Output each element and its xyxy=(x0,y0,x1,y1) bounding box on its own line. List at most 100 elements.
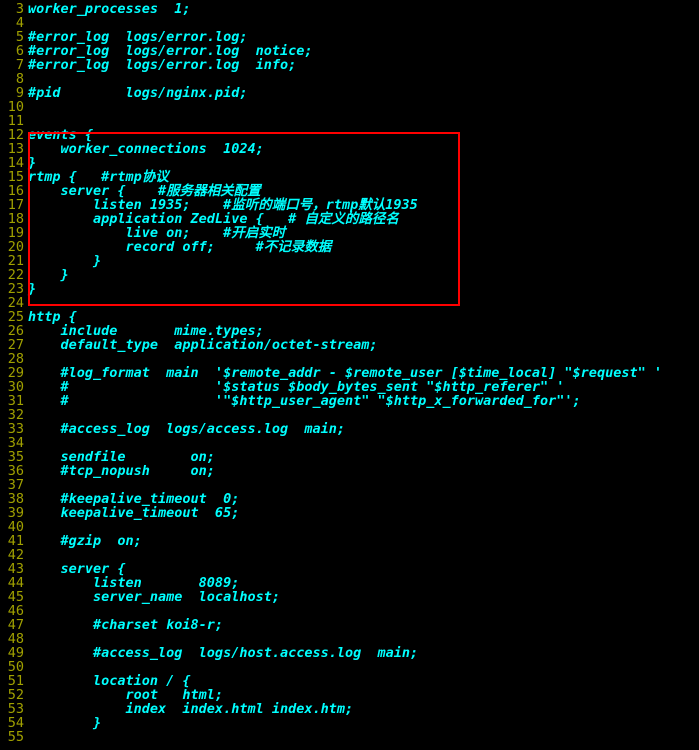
code-line[interactable]: 34 xyxy=(0,436,699,450)
code-editor[interactable]: 3worker_processes 1;45#error_log logs/er… xyxy=(0,0,699,744)
code-line[interactable]: 36 #tcp_nopush on; xyxy=(0,464,699,478)
code-line[interactable]: 28 xyxy=(0,352,699,366)
code-line[interactable]: 20 record off; #不记录数据 xyxy=(0,240,699,254)
code-line[interactable]: 26 include mime.types; xyxy=(0,324,699,338)
code-line[interactable]: 39 keepalive_timeout 65; xyxy=(0,506,699,520)
code-text[interactable]: worker_processes 1; xyxy=(28,2,191,16)
line-number: 6 xyxy=(0,44,28,58)
code-line[interactable]: 32 xyxy=(0,408,699,422)
code-text[interactable]: listen 1935; #监听的端口号，rtmp默认1935 xyxy=(28,198,418,212)
code-line[interactable]: 22 } xyxy=(0,268,699,282)
code-line[interactable]: 24 xyxy=(0,296,699,310)
code-line[interactable]: 48 xyxy=(0,632,699,646)
line-number: 23 xyxy=(0,282,28,296)
code-text[interactable]: #gzip on; xyxy=(28,534,142,548)
code-text[interactable]: #pid logs/nginx.pid; xyxy=(28,86,247,100)
code-text[interactable]: #error_log logs/error.log info; xyxy=(28,58,296,72)
code-text[interactable]: live on; #开启实时 xyxy=(28,226,285,240)
code-text[interactable]: } xyxy=(28,156,36,170)
code-line[interactable]: 19 live on; #开启实时 xyxy=(0,226,699,240)
code-text[interactable]: record off; #不记录数据 xyxy=(28,240,331,254)
code-line[interactable]: 44 listen 8089; xyxy=(0,576,699,590)
code-line[interactable]: 37 xyxy=(0,478,699,492)
code-line[interactable]: 49 #access_log logs/host.access.log main… xyxy=(0,646,699,660)
code-line[interactable]: 42 xyxy=(0,548,699,562)
code-line[interactable]: 43 server { xyxy=(0,562,699,576)
code-text[interactable]: } xyxy=(28,268,69,282)
code-line[interactable]: 14} xyxy=(0,156,699,170)
code-text[interactable]: events { xyxy=(28,128,93,142)
code-text[interactable]: http { xyxy=(28,310,77,324)
code-line[interactable]: 53 index index.html index.htm; xyxy=(0,702,699,716)
code-text[interactable]: #error_log logs/error.log; xyxy=(28,30,247,44)
code-text[interactable]: root html; xyxy=(28,688,223,702)
code-line[interactable]: 15rtmp { #rtmp协议 xyxy=(0,170,699,184)
code-line[interactable]: 9#pid logs/nginx.pid; xyxy=(0,86,699,100)
code-text[interactable]: } xyxy=(28,716,101,730)
code-line[interactable]: 23} xyxy=(0,282,699,296)
code-line[interactable]: 18 application ZedLive { # 自定义的路径名 xyxy=(0,212,699,226)
code-line[interactable]: 17 listen 1935; #监听的端口号，rtmp默认1935 xyxy=(0,198,699,212)
code-line[interactable]: 10 xyxy=(0,100,699,114)
code-line[interactable]: 41 #gzip on; xyxy=(0,534,699,548)
code-text[interactable]: include mime.types; xyxy=(28,324,264,338)
code-text[interactable]: } xyxy=(28,254,101,268)
code-line[interactable]: 54 } xyxy=(0,716,699,730)
code-line[interactable]: 52 root html; xyxy=(0,688,699,702)
code-line[interactable]: 25http { xyxy=(0,310,699,324)
code-line[interactable]: 30 # '$status $body_bytes_sent "$http_re… xyxy=(0,380,699,394)
code-line[interactable]: 38 #keepalive_timeout 0; xyxy=(0,492,699,506)
code-line[interactable]: 50 xyxy=(0,660,699,674)
code-line[interactable]: 27 default_type application/octet-stream… xyxy=(0,338,699,352)
code-line[interactable]: 6#error_log logs/error.log notice; xyxy=(0,44,699,58)
code-line[interactable]: 55 xyxy=(0,730,699,744)
line-number: 20 xyxy=(0,240,28,254)
code-text[interactable]: listen 8089; xyxy=(28,576,239,590)
line-number: 14 xyxy=(0,156,28,170)
code-text[interactable]: server { xyxy=(28,562,126,576)
code-text[interactable]: #tcp_nopush on; xyxy=(28,464,215,478)
code-text[interactable]: default_type application/octet-stream; xyxy=(28,338,378,352)
code-line[interactable]: 4 xyxy=(0,16,699,30)
code-line[interactable]: 46 xyxy=(0,604,699,618)
code-text[interactable]: #log_format main '$remote_addr - $remote… xyxy=(28,366,662,380)
code-line[interactable]: 47 #charset koi8-r; xyxy=(0,618,699,632)
code-line[interactable]: 11 xyxy=(0,114,699,128)
line-number: 5 xyxy=(0,30,28,44)
code-line[interactable]: 12events { xyxy=(0,128,699,142)
code-line[interactable]: 7#error_log logs/error.log info; xyxy=(0,58,699,72)
code-line[interactable]: 33 #access_log logs/access.log main; xyxy=(0,422,699,436)
code-text[interactable]: #error_log logs/error.log notice; xyxy=(28,44,312,58)
code-text[interactable]: rtmp { #rtmp协议 xyxy=(28,170,169,184)
code-text[interactable]: #charset koi8-r; xyxy=(28,618,223,632)
code-line[interactable]: 3worker_processes 1; xyxy=(0,2,699,16)
line-number: 45 xyxy=(0,590,28,604)
code-line[interactable]: 21 } xyxy=(0,254,699,268)
code-text[interactable]: sendfile on; xyxy=(28,450,215,464)
line-number: 22 xyxy=(0,268,28,282)
code-line[interactable]: 29 #log_format main '$remote_addr - $rem… xyxy=(0,366,699,380)
code-line[interactable]: 31 # '"$http_user_agent" "$http_x_forwar… xyxy=(0,394,699,408)
code-line[interactable]: 8 xyxy=(0,72,699,86)
code-text[interactable]: #access_log logs/access.log main; xyxy=(28,422,345,436)
code-text[interactable]: #keepalive_timeout 0; xyxy=(28,492,239,506)
code-text[interactable]: } xyxy=(28,282,36,296)
code-line[interactable]: 51 location / { xyxy=(0,674,699,688)
code-text[interactable]: # '$status $body_bytes_sent "$http_refer… xyxy=(28,380,564,394)
code-line[interactable]: 16 server { #服务器相关配置 xyxy=(0,184,699,198)
code-text[interactable]: index index.html index.htm; xyxy=(28,702,353,716)
code-text[interactable]: # '"$http_user_agent" "$http_x_forwarded… xyxy=(28,394,581,408)
code-text[interactable]: location / { xyxy=(28,674,191,688)
code-line[interactable]: 35 sendfile on; xyxy=(0,450,699,464)
line-number: 27 xyxy=(0,338,28,352)
code-line[interactable]: 45 server_name localhost; xyxy=(0,590,699,604)
code-line[interactable]: 13 worker_connections 1024; xyxy=(0,142,699,156)
code-line[interactable]: 40 xyxy=(0,520,699,534)
code-text[interactable]: keepalive_timeout 65; xyxy=(28,506,239,520)
code-text[interactable]: application ZedLive { # 自定义的路径名 xyxy=(28,212,399,226)
code-text[interactable]: worker_connections 1024; xyxy=(28,142,264,156)
code-line[interactable]: 5#error_log logs/error.log; xyxy=(0,30,699,44)
code-text[interactable]: server { #服务器相关配置 xyxy=(28,184,261,198)
code-text[interactable]: #access_log logs/host.access.log main; xyxy=(28,646,418,660)
code-text[interactable]: server_name localhost; xyxy=(28,590,280,604)
